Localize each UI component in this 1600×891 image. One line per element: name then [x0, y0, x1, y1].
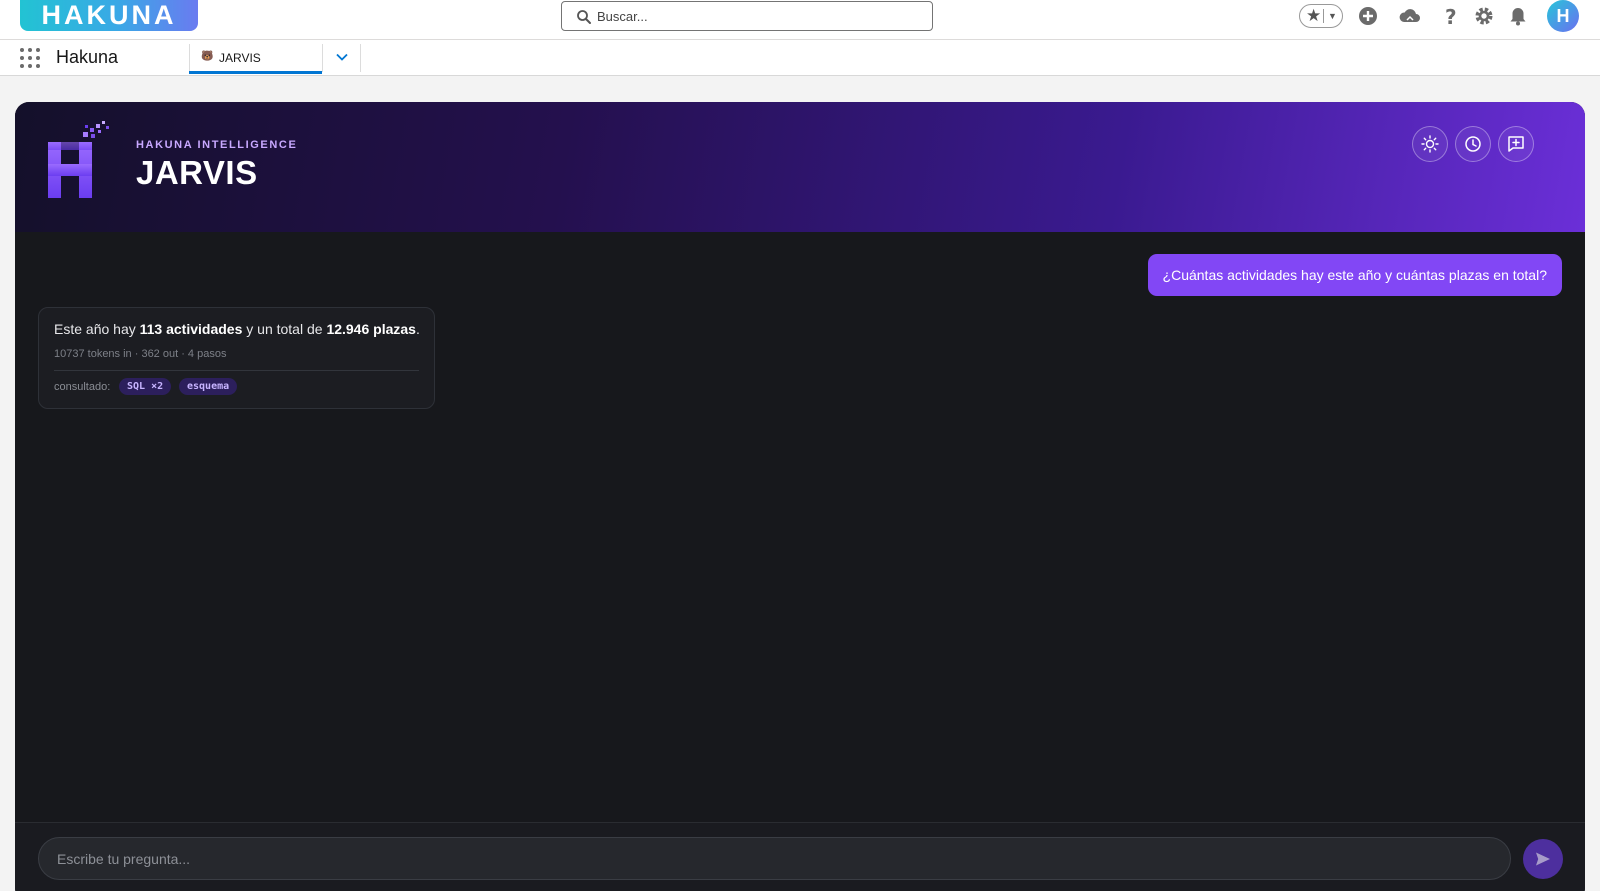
hakuna-logo[interactable]: HAKUNA: [20, 0, 198, 31]
favorites-button[interactable]: ★ ▼: [1299, 4, 1343, 28]
source-chip-sql[interactable]: SQL ×2: [119, 378, 172, 395]
jarvis-panel: HAKUNA INTELLIGENCE JARVIS ¿Cuántas acti…: [15, 102, 1585, 891]
app-name: Hakuna: [56, 47, 119, 67]
source-chip-schema[interactable]: esquema: [179, 378, 238, 395]
send-button[interactable]: [1523, 839, 1563, 879]
bear-icon: 🐻: [201, 51, 214, 62]
card-divider: [54, 370, 419, 371]
chevron-down-icon[interactable]: [333, 48, 351, 66]
global-search[interactable]: Buscar...: [561, 1, 933, 31]
page-title: JARVIS: [136, 154, 258, 191]
token-usage-meta: 10737 tokens in · 362 out · 4 pasos: [54, 348, 227, 360]
nav-divider: [360, 44, 361, 72]
theme-toggle-button[interactable]: [1412, 126, 1448, 162]
star-icon: ★: [1306, 6, 1322, 25]
tab-jarvis[interactable]: 🐻 JARVIS: [189, 40, 322, 74]
svg-text:?: ?: [1445, 5, 1457, 28]
user-message: ¿Cuántas actividades hay este año y cuán…: [1147, 254, 1562, 296]
clock-icon: [1465, 136, 1481, 152]
search-icon: [577, 10, 591, 24]
user-avatar[interactable]: H: [1547, 0, 1579, 32]
places-total: 12.946 plazas: [326, 321, 416, 337]
help-icon[interactable]: ?: [1439, 4, 1463, 29]
tab-label: JARVIS: [219, 51, 261, 65]
sun-icon: [1421, 135, 1439, 153]
global-header: HAKUNA Buscar... ★ ▼ ? H: [0, 0, 1600, 40]
bell-icon[interactable]: [1506, 4, 1530, 28]
app-launcher-icon[interactable]: [20, 48, 40, 68]
gear-icon[interactable]: [1472, 4, 1496, 28]
favorites-menu-caret-icon[interactable]: ▼: [1328, 5, 1337, 27]
question-input-wrapper: [38, 837, 1511, 880]
hero-eyebrow: HAKUNA INTELLIGENCE: [136, 139, 298, 151]
activities-count: 113 actividades: [139, 321, 243, 337]
add-icon[interactable]: [1356, 4, 1380, 28]
favorites-divider: [1323, 9, 1324, 23]
cloud-icon[interactable]: [1398, 4, 1422, 28]
hakuna-h-logo-icon: [48, 121, 109, 198]
history-button[interactable]: [1455, 126, 1491, 162]
nav-divider: [322, 44, 323, 72]
assistant-message: Este año hay 113 actividades y un total …: [38, 307, 435, 409]
send-icon: [1536, 852, 1550, 866]
consulted-label: consultado:: [54, 381, 111, 393]
search-placeholder: Buscar...: [597, 9, 648, 24]
app-nav-bar: Hakuna 🐻 JARVIS: [0, 40, 1600, 76]
assistant-answer: Este año hay 113 actividades y un total …: [54, 321, 420, 337]
question-input[interactable]: [57, 838, 1487, 879]
new-chat-icon: [1508, 136, 1524, 152]
new-chat-button[interactable]: [1498, 126, 1534, 162]
jarvis-hero-header: HAKUNA INTELLIGENCE JARVIS: [15, 102, 1585, 232]
